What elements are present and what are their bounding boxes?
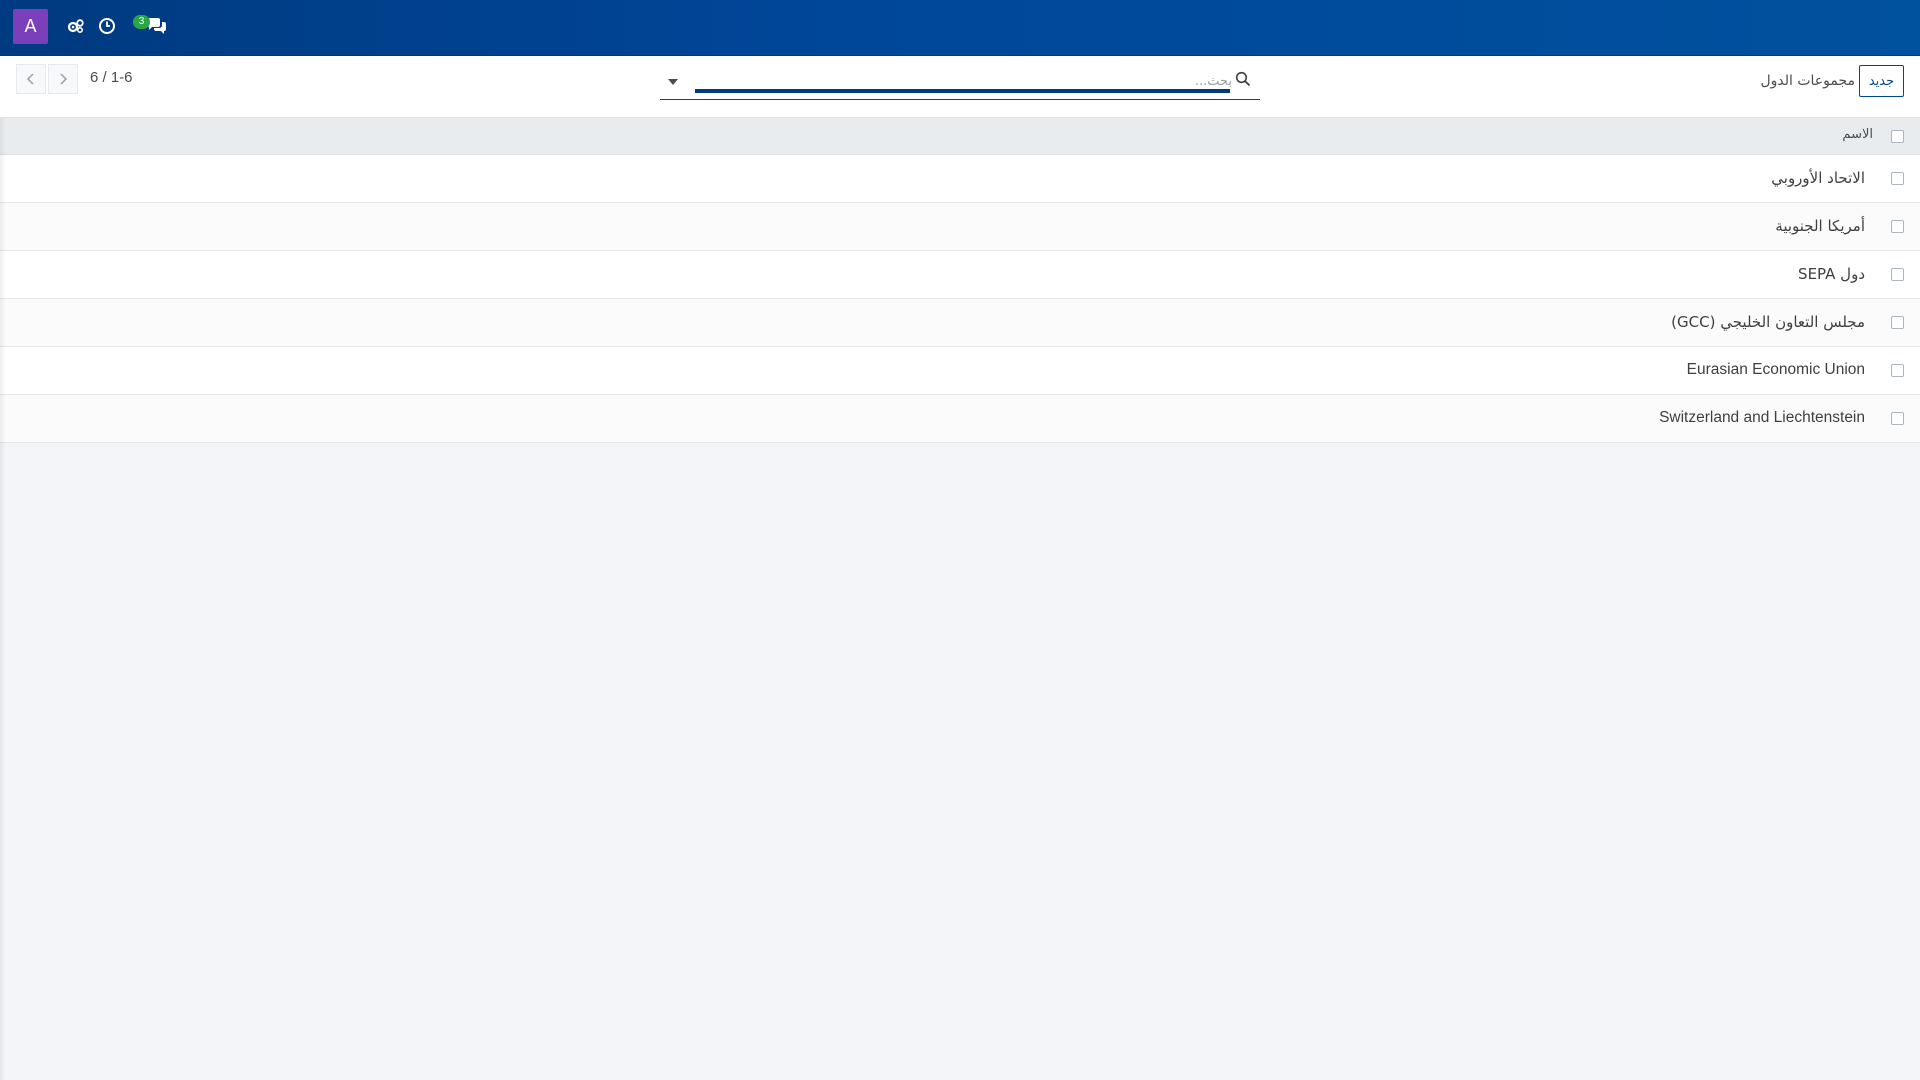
- table-row[interactable]: مجلس التعاون الخليجي (GCC): [0, 299, 1920, 347]
- country-group-name: أمريكا الجنوبية: [1775, 217, 1865, 235]
- chevron-right-icon: [60, 73, 68, 85]
- row-checkbox[interactable]: [1891, 220, 1904, 233]
- top-navbar: A 3: [0, 0, 1920, 56]
- country-group-name: الاتحاد الأوروبي: [1771, 169, 1865, 187]
- country-group-name: دول SEPA: [1798, 265, 1865, 283]
- table-row[interactable]: دول SEPA: [0, 251, 1920, 299]
- country-group-name: مجلس التعاون الخليجي (GCC): [1671, 313, 1865, 331]
- column-header-name[interactable]: الاسم: [1842, 127, 1873, 142]
- caret-down-icon: [668, 79, 678, 85]
- list-table: الاسم الاتحاد الأوروبي أمريكا الجنوبية د…: [0, 118, 1920, 443]
- search-input-underline: [695, 89, 1230, 93]
- row-checkbox[interactable]: [1891, 268, 1904, 281]
- country-group-name: Switzerland and Liechtenstein: [1659, 409, 1865, 426]
- pager-next-button[interactable]: [48, 64, 78, 94]
- search-options-toggle[interactable]: [660, 72, 686, 92]
- country-group-name: Eurasian Economic Union: [1686, 361, 1865, 378]
- search-icon: [1235, 71, 1253, 89]
- pager-previous-button[interactable]: [16, 64, 46, 94]
- table-row[interactable]: Eurasian Economic Union: [0, 347, 1920, 395]
- activity-clock-icon[interactable]: [96, 15, 118, 37]
- row-checkbox[interactable]: [1891, 412, 1904, 425]
- user-avatar[interactable]: A: [13, 9, 48, 44]
- table-row[interactable]: الاتحاد الأوروبي: [0, 155, 1920, 203]
- chat-unread-badge: 3: [133, 15, 150, 29]
- settings-gears-icon[interactable]: [65, 15, 87, 37]
- table-row[interactable]: أمريكا الجنوبية: [0, 203, 1920, 251]
- select-all-checkbox[interactable]: [1891, 130, 1904, 143]
- pager-value[interactable]: 6 / 1-6: [90, 69, 133, 86]
- row-checkbox[interactable]: [1891, 364, 1904, 377]
- list-header: الاسم: [0, 118, 1920, 155]
- new-button[interactable]: جديد: [1859, 65, 1904, 97]
- row-checkbox[interactable]: [1891, 172, 1904, 185]
- row-checkbox[interactable]: [1891, 316, 1904, 329]
- chevron-left-icon: [26, 73, 34, 85]
- page-edge-shadow: [0, 118, 6, 1080]
- table-row[interactable]: Switzerland and Liechtenstein: [0, 395, 1920, 443]
- breadcrumb: مجموعات الدول: [1760, 73, 1855, 89]
